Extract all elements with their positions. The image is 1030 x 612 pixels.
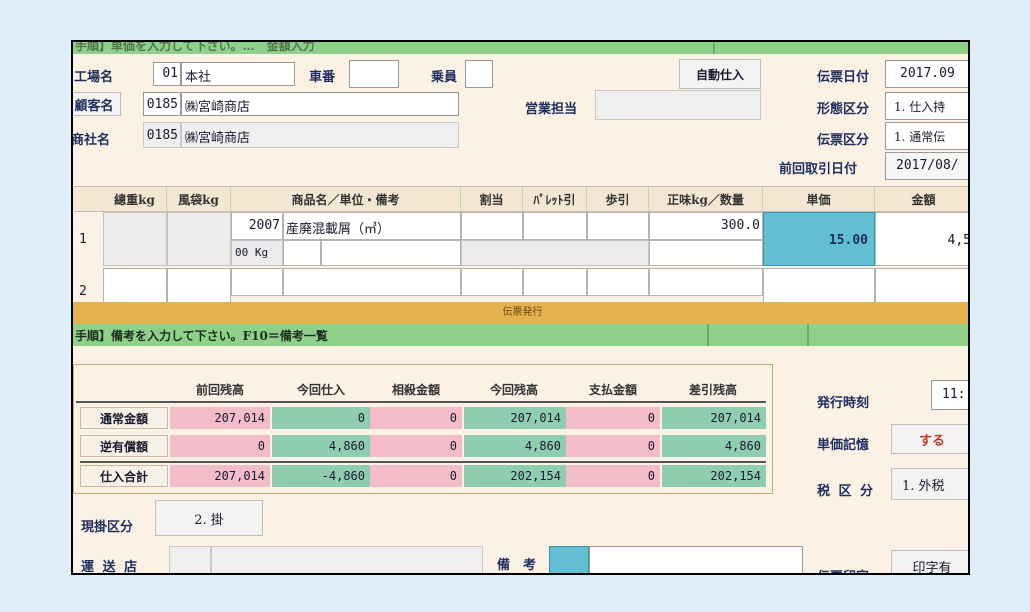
- slip-print-select[interactable]: 印字有: [891, 550, 968, 573]
- instruction-bar: 手順】備考を入力して下さい。F10＝備考一覧: [73, 324, 968, 346]
- table-row: 2: [73, 268, 968, 302]
- payment-type-label: 現掛区分: [81, 520, 134, 535]
- car-label: 車番: [309, 70, 336, 85]
- col-gross-weight: 總重kg: [103, 187, 167, 211]
- table-row: 1 2007 産廃混載屑（㎥） 00 Kg 300.0 15.00 4,5: [73, 212, 968, 266]
- allocation-cell[interactable]: [461, 212, 523, 240]
- slip-type-label: 伝票区分: [817, 133, 870, 148]
- product-name-cell[interactable]: [283, 268, 461, 296]
- deduction-cell[interactable]: [587, 212, 649, 240]
- col-unit-price: 単価: [763, 187, 875, 211]
- note-text-field[interactable]: [589, 546, 803, 573]
- print-status-text: 伝票発行: [502, 307, 543, 318]
- tax-type-select[interactable]: 1. 外税: [891, 468, 968, 500]
- payment-type-select[interactable]: 2. 掛: [155, 500, 263, 536]
- company-name-field[interactable]: ㈱宮崎商店: [181, 122, 459, 148]
- sales-rep-label: 営業担当: [525, 102, 578, 117]
- product-code-cell[interactable]: [231, 268, 283, 296]
- factory-label: 工場名: [74, 70, 114, 85]
- issue-time-label: 発行時刻: [817, 396, 870, 411]
- row-number: 1: [79, 232, 87, 247]
- top-status-bar: 手順】単価を入力して下さい。… 金額入力: [73, 42, 968, 54]
- car-number-field[interactable]: [349, 60, 399, 88]
- crew-field[interactable]: [465, 60, 493, 88]
- note-cell-a[interactable]: [283, 240, 321, 266]
- slip-date-label: 伝票日付: [817, 70, 870, 85]
- price-memory-toggle[interactable]: する: [891, 424, 968, 454]
- shipper-code-field[interactable]: [169, 546, 211, 573]
- last-trade-date-field: 2017/08/: [885, 152, 968, 180]
- instruction-text: 手順】備考を入力して下さい。F10＝備考一覧: [75, 329, 328, 343]
- top-status-text: 手順】単価を入力して下さい。… 金額入力: [75, 42, 315, 53]
- auto-purchase-button[interactable]: 自動仕入: [679, 59, 761, 89]
- product-code-cell[interactable]: 2007: [231, 212, 283, 240]
- col-allocation: 割当: [461, 187, 523, 211]
- tare-weight-cell[interactable]: [167, 268, 231, 302]
- unit-price-cell[interactable]: [763, 268, 875, 302]
- print-status-bar: 伝票発行: [73, 302, 968, 324]
- row-number: 2: [79, 284, 87, 299]
- balance-summary-panel: 前回残高 今回仕入 相殺金額 今回残高 支払金額 差引残高 通常金額 207,0…: [73, 364, 773, 494]
- col-amount: 金額: [875, 187, 968, 211]
- net-quantity-cell[interactable]: [649, 268, 763, 296]
- deduction-cell[interactable]: [587, 268, 649, 296]
- sum-col-prev-balance: 前回残高: [195, 383, 244, 397]
- allocation-sub-cell[interactable]: [461, 240, 649, 266]
- col-deduction-rate: 歩引: [587, 187, 649, 211]
- col-product-name: 商品名／単位・備考: [231, 187, 461, 211]
- sales-rep-field[interactable]: [595, 90, 761, 120]
- tare-weight-cell[interactable]: [167, 212, 231, 266]
- customer-code-field[interactable]: 0185: [143, 92, 181, 116]
- issue-time-field[interactable]: 11:: [931, 380, 968, 410]
- shipper-label: 運 送 店: [81, 560, 140, 575]
- price-memory-label: 単価記憶: [817, 438, 870, 453]
- factory-name-field[interactable]: 本社: [181, 62, 295, 86]
- pallet-cell[interactable]: [523, 268, 587, 296]
- unit-price-cell[interactable]: 15.00: [763, 212, 875, 266]
- last-trade-date-label: 前回取引日付: [779, 162, 858, 177]
- allocation-cell[interactable]: [461, 268, 523, 296]
- pallet-cell[interactable]: [523, 212, 587, 240]
- shipper-name-field[interactable]: [211, 546, 483, 573]
- gross-weight-cell[interactable]: [103, 268, 167, 302]
- col-tare-weight: 風袋kg: [167, 187, 231, 211]
- col-pallet-deduction: ﾊﾟﾚｯﾄ引: [523, 187, 587, 211]
- sum-col-net-balance: 差引残高: [688, 383, 737, 397]
- sum-col-offset: 相殺金額: [391, 383, 440, 397]
- app-window: 手順】単価を入力して下さい。… 金額入力 工場名 01 本社 車番 乗員 自動仕…: [71, 40, 970, 575]
- grid-header: 總重kg 風袋kg 商品名／単位・備考 割当 ﾊﾟﾚｯﾄ引 歩引 正味kg／数量…: [73, 186, 968, 212]
- amount-cell[interactable]: [875, 268, 968, 302]
- form-type-label: 形態区分: [817, 102, 870, 117]
- note-cell-b[interactable]: [321, 240, 461, 266]
- unit-cell[interactable]: 00 Kg: [231, 240, 283, 266]
- form-type-field[interactable]: 1. 仕入持: [885, 92, 968, 120]
- sum-col-current-balance: 今回残高: [489, 383, 538, 397]
- net-quantity-cell[interactable]: 300.0: [649, 212, 763, 240]
- note-code-field[interactable]: [549, 546, 589, 573]
- tax-type-label: 税 区 分: [817, 484, 876, 499]
- crew-label: 乗員: [431, 70, 458, 85]
- company-label: 商社名: [71, 133, 111, 148]
- sum-col-current-purchase: 今回仕入: [296, 383, 345, 397]
- factory-code-field[interactable]: 01: [153, 62, 181, 86]
- slip-print-label: 伝票印字: [817, 566, 869, 573]
- sum-col-payment: 支払金額: [588, 383, 637, 397]
- gross-weight-cell[interactable]: [103, 212, 167, 266]
- company-code-field[interactable]: 0185: [143, 122, 181, 148]
- amount-cell[interactable]: 4,5: [875, 212, 968, 266]
- note-label: 備 考: [497, 558, 537, 573]
- customer-button[interactable]: 顧客名: [73, 92, 121, 116]
- col-net-quantity: 正味kg／数量: [649, 187, 763, 211]
- customer-name-field[interactable]: ㈱宮崎商店: [181, 92, 459, 116]
- slip-type-field[interactable]: 1. 通常伝: [885, 122, 968, 150]
- product-name-cell[interactable]: 産廃混載屑（㎥）: [283, 212, 461, 240]
- net-sub-cell[interactable]: [649, 240, 763, 266]
- slip-date-field[interactable]: 2017.09: [885, 60, 968, 88]
